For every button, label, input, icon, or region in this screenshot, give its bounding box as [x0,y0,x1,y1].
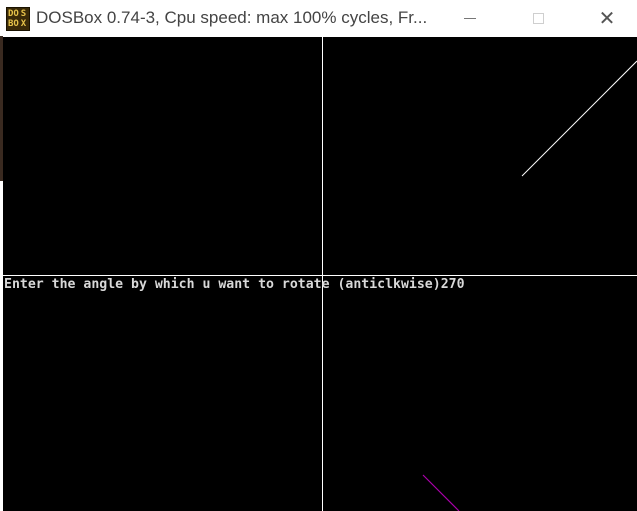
icon-letter: S [20,9,27,19]
dosbox-window: DO S BO X DOSBox 0.74-3, Cpu speed: max … [0,0,637,511]
title-bar[interactable]: DO S BO X DOSBox 0.74-3, Cpu speed: max … [0,0,637,36]
console-prompt: Enter the angle by which u want to rotat… [4,277,441,292]
graphics-canvas [3,37,637,511]
minimize-button[interactable] [435,0,505,36]
maximize-button[interactable] [503,0,573,36]
dosbox-app-icon[interactable]: DO S BO X [6,7,30,31]
dos-screen[interactable]: Enter the angle by which u want to rotat… [3,37,637,511]
window-title: DOSBox 0.74-3, Cpu speed: max 100% cycle… [36,8,428,27]
rotated-line [422,474,460,511]
icon-letter: BO [8,19,19,29]
close-button[interactable]: ✕ [572,0,637,36]
original-line [521,60,637,177]
maximize-icon [532,12,544,24]
close-icon: ✕ [598,6,616,30]
icon-letter: X [20,19,27,29]
console-line: Enter the angle by which u want to rotat… [4,277,465,292]
console-input[interactable]: 270 [441,277,465,292]
minimize-icon [464,17,476,19]
icon-letter: DO [8,9,19,19]
